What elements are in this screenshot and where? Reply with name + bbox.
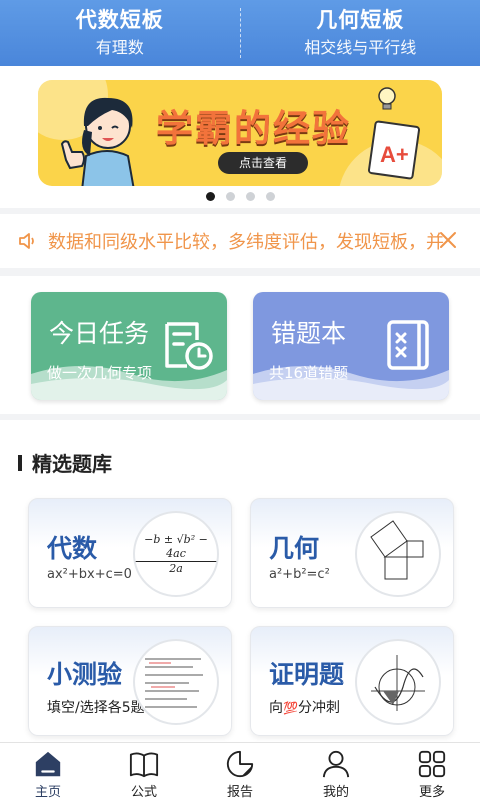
speaker-icon (19, 233, 34, 249)
banner-title: 学霸的经验 (156, 107, 351, 150)
task-title: 今日任务 (49, 319, 150, 348)
tab-report[interactable]: 报告 (192, 743, 288, 800)
tab-label: 更多 (418, 785, 445, 800)
tab-formula[interactable]: 公式 (96, 743, 192, 800)
task-subtitle: 做一次几何专项 (47, 364, 153, 382)
geometry-weak-subtitle: 相交线与平行线 (304, 38, 417, 57)
promo-banner[interactable]: 学霸的经验 点击查看 A+ (38, 80, 442, 186)
proof-diagram-icon (371, 655, 425, 711)
tab-label: 我的 (322, 785, 349, 800)
tab-home[interactable]: 主页 (0, 743, 96, 800)
card-title: 小测验 (47, 660, 123, 689)
task-section: 今日任务 做一次几何专项 错题本 共16道错题 (0, 276, 480, 414)
bank-title: 精选题库 (32, 452, 112, 476)
tab-label: 公式 (130, 785, 157, 800)
tab-label: 报告 (226, 785, 253, 800)
proof-card[interactable]: 证明题 向💯分冲刺 (250, 626, 454, 736)
geometry-weak-point[interactable]: 几何短板 相交线与平行线 (241, 0, 480, 66)
formula-denominator: 2a (169, 561, 183, 575)
carousel-dot[interactable] (225, 192, 235, 201)
task-subtitle: 共16道错题 (269, 364, 349, 382)
user-icon (322, 750, 350, 778)
card-title: 证明题 (269, 660, 345, 689)
calendar-clock-icon (165, 322, 213, 370)
carousel-dot[interactable] (245, 192, 255, 201)
algebra-weak-subtitle: 有理数 (95, 38, 144, 57)
lightbulb-icon (378, 87, 396, 110)
grade-badge: A+ (380, 142, 409, 167)
tab-label: 主页 (34, 785, 61, 800)
notice-bar[interactable]: 数据和同级水平比较，多纬度评估，发现短板，并 (0, 214, 480, 268)
task-title: 错题本 (271, 319, 347, 348)
card-subtitle: 向💯分冲刺 (269, 697, 340, 717)
quadratic-formula-thumbnail: −b ± √b² − 4ac 2a (135, 513, 217, 595)
weak-points-header: 代数短板 有理数 几何短板 相交线与平行线 (0, 0, 480, 66)
book-icon (129, 752, 159, 778)
grid-icon (418, 750, 446, 778)
algebra-card[interactable]: 代数 ax²+bx+c=0 −b ± √b² − 4ac 2a (28, 498, 232, 608)
subtitle-prefix: 向 (269, 700, 283, 716)
wrong-questions-card[interactable]: 错题本 共16道错题 (253, 292, 449, 400)
algebra-weak-title: 代数短板 (75, 8, 164, 32)
algebra-weak-point[interactable]: 代数短板 有理数 (0, 0, 240, 66)
card-subtitle: 填空/选择各5题 (47, 700, 145, 716)
student-illustration-icon (60, 97, 135, 186)
carousel-dot[interactable] (265, 192, 275, 201)
notebook-x-icon (387, 320, 429, 370)
card-title: 代数 (47, 534, 98, 563)
card-title: 几何 (269, 534, 320, 563)
question-bank-section: 精选题库 代数 ax²+bx+c=0 −b ± √b² − 4ac 2a 几何 … (0, 420, 480, 742)
bottom-tab-bar: 主页 公式 报告 我的 更多 (0, 742, 480, 800)
view-button[interactable]: 点击查看 (218, 152, 308, 174)
quiz-sheet-icon (145, 658, 203, 708)
card-subtitle: ax²+bx+c=0 (47, 567, 132, 582)
report-icon (226, 750, 254, 778)
section-title: 精选题库 (18, 448, 112, 477)
today-task-card[interactable]: 今日任务 做一次几何专项 (31, 292, 227, 400)
carousel-dot[interactable] (205, 192, 215, 201)
hundred-points-badge: 💯 (283, 701, 298, 715)
geometry-weak-title: 几何短板 (316, 8, 405, 32)
card-subtitle: a²+b²=c² (269, 567, 330, 582)
proof-diagram-thumbnail (357, 641, 439, 723)
geometry-card[interactable]: 几何 a²+b²=c² (250, 498, 454, 608)
pythagorean-diagram-icon (370, 520, 424, 580)
banner-section: 学霸的经验 点击查看 A+ (0, 66, 480, 208)
pythagorean-diagram-thumbnail (357, 513, 439, 595)
a-plus-grade-icon: A+ (368, 120, 421, 180)
subtitle-suffix: 分冲刺 (297, 700, 340, 716)
close-icon[interactable] (438, 230, 458, 250)
title-marker (18, 454, 22, 471)
carousel-dots (0, 192, 480, 201)
tab-profile[interactable]: 我的 (288, 743, 384, 800)
quiz-sheet-thumbnail (135, 641, 217, 723)
formula-numerator: −b ± √b² − 4ac (135, 533, 217, 562)
home-icon (35, 751, 61, 777)
tab-more[interactable]: 更多 (384, 743, 480, 800)
notice-text: 数据和同级水平比较，多纬度评估，发现短板，并 (48, 232, 444, 253)
quiz-card[interactable]: 小测验 填空/选择各5题 (28, 626, 232, 736)
